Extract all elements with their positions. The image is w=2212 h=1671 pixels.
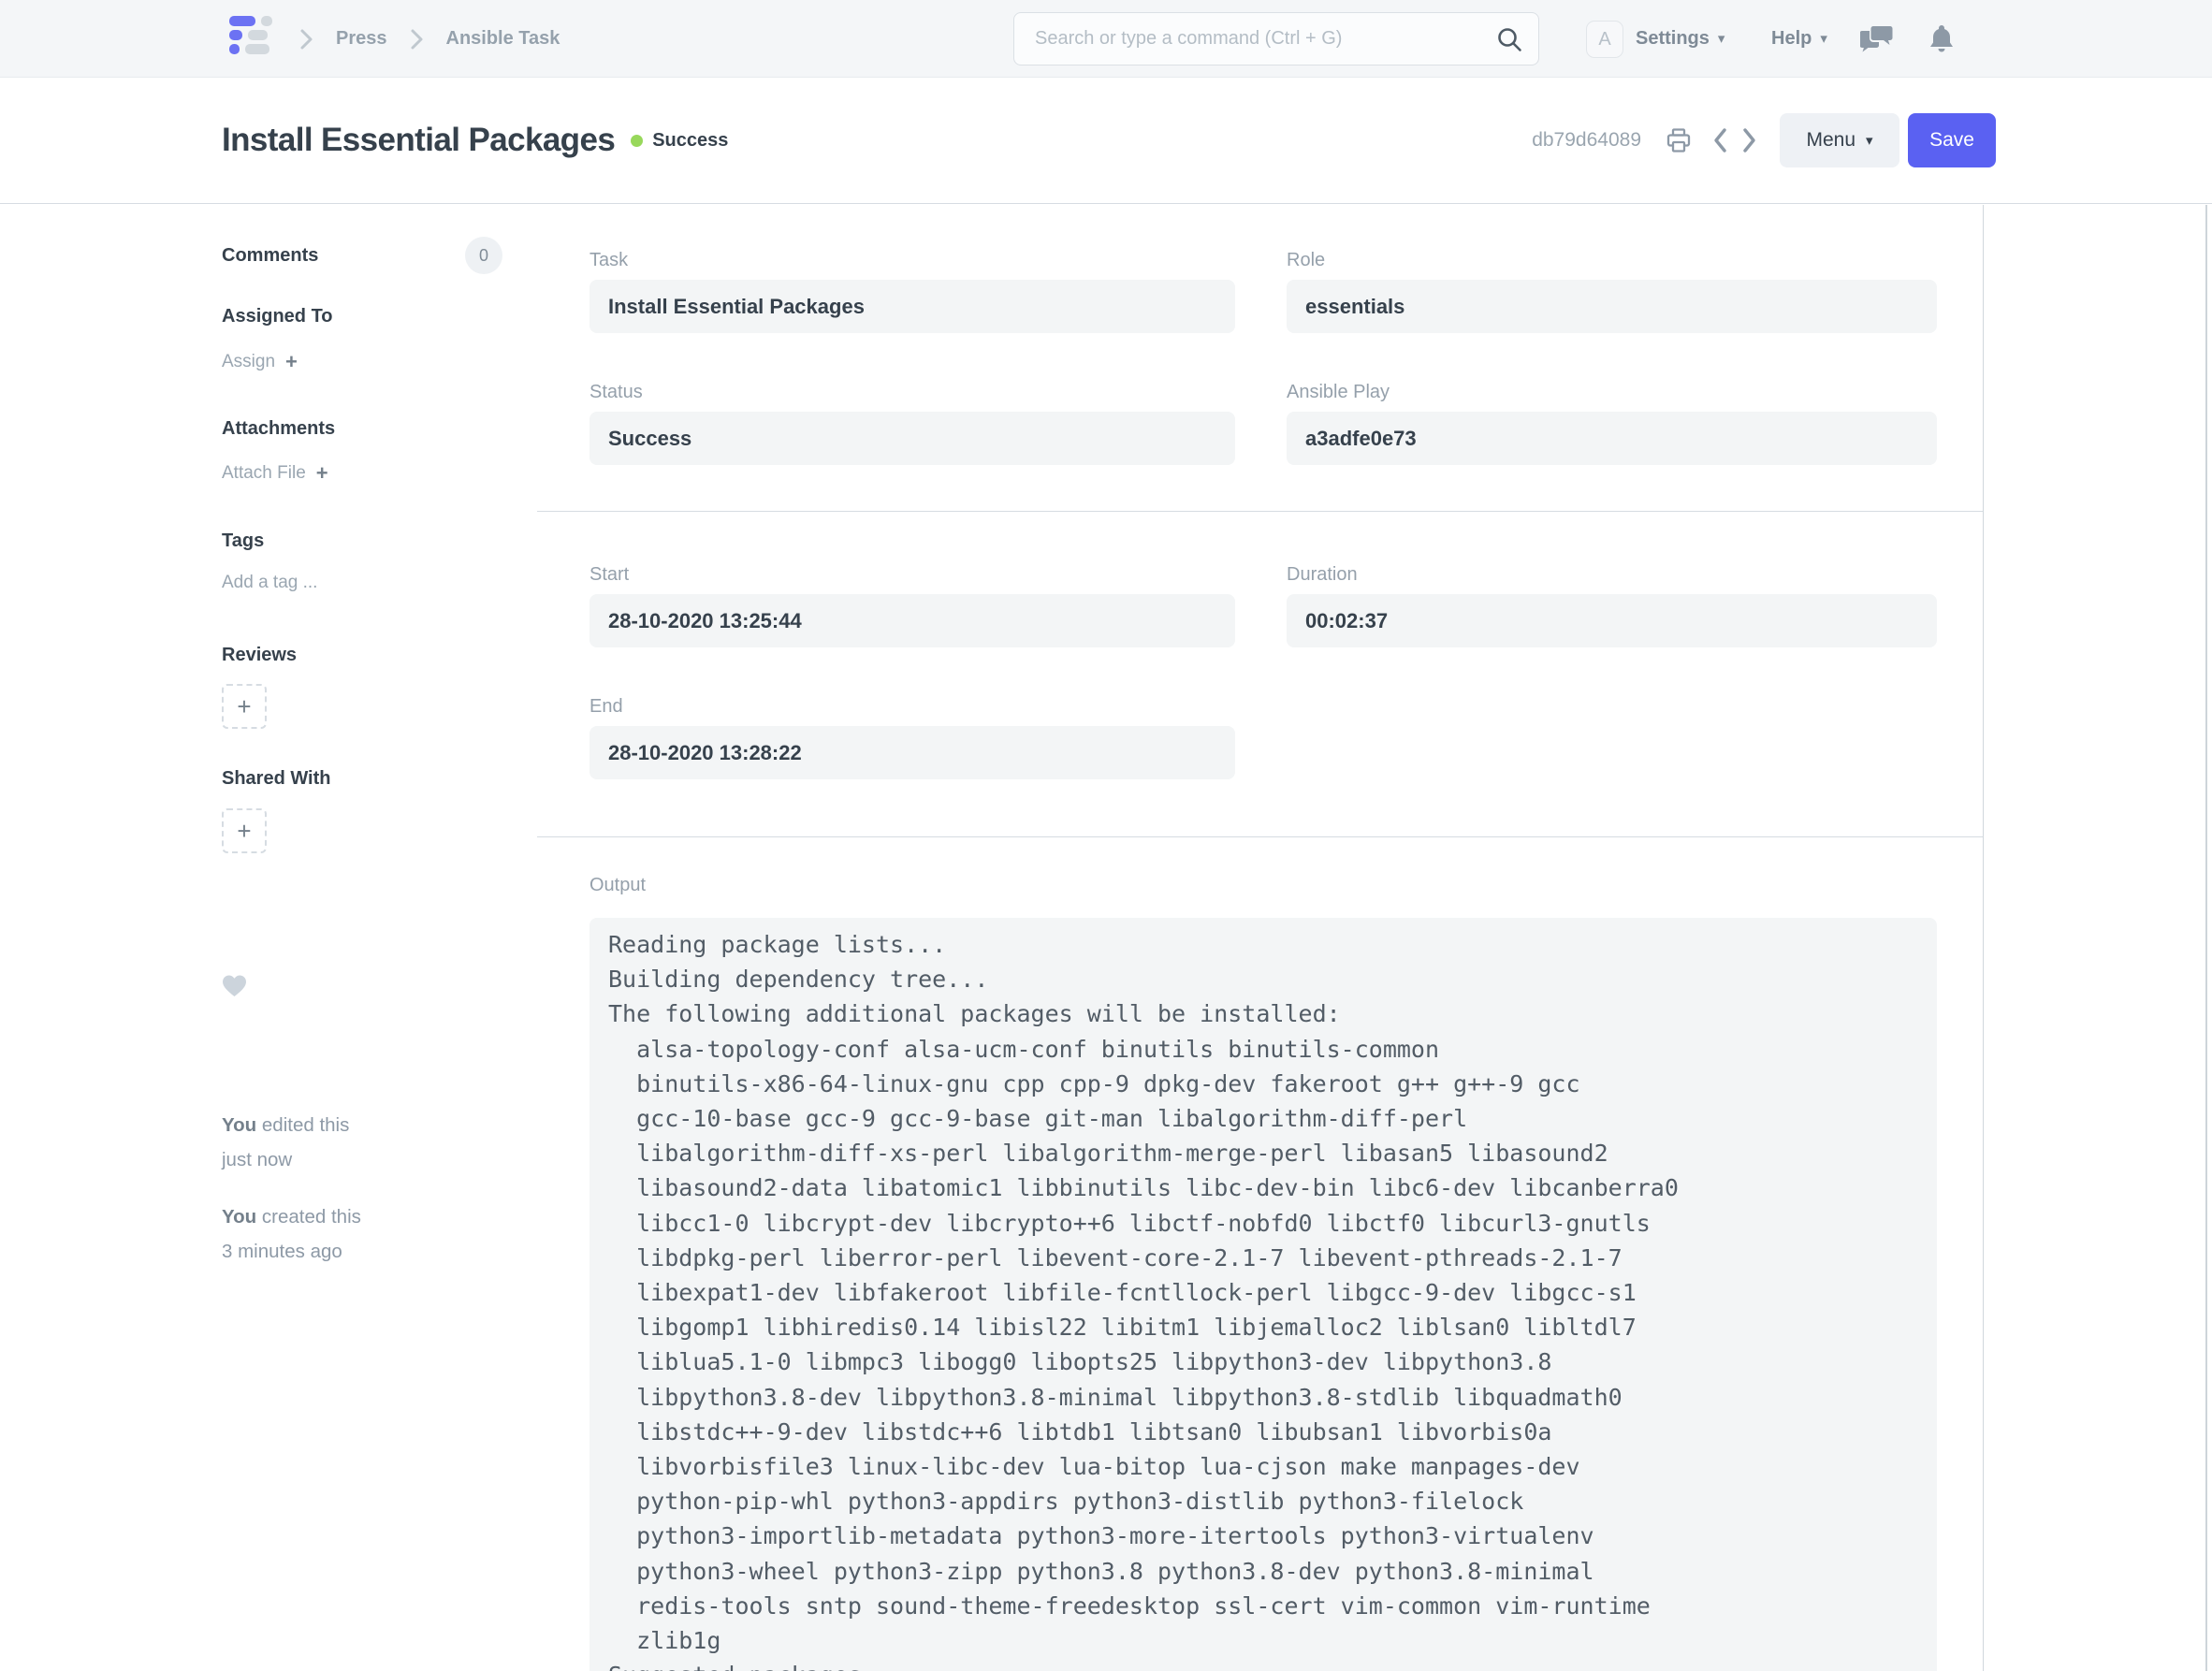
field-end-label: End	[589, 696, 1235, 717]
field-status: Status Success	[589, 382, 1235, 465]
attach-file-label: Attach File	[222, 463, 306, 484]
field-role-label: Role	[1287, 250, 1937, 270]
form-section-details: Task Install Essential Packages Role ess…	[537, 205, 1983, 512]
comments-section: Comments 0	[222, 237, 502, 274]
field-role-input[interactable]: essentials	[1287, 280, 1937, 333]
attach-file-button[interactable]: Attach File +	[222, 461, 328, 486]
field-ansible-play: Ansible Play a3adfe0e73	[1287, 382, 1937, 465]
search-icon[interactable]	[1495, 25, 1523, 53]
shared-with-label: Shared With	[222, 768, 331, 790]
assigned-to-label: Assigned To	[222, 306, 333, 327]
global-search	[1013, 12, 1539, 65]
field-end: End 28-10-2020 13:28:22	[589, 696, 1235, 779]
output-console: Reading package lists... Building depend…	[589, 918, 1937, 1671]
comments-count-badge: 0	[465, 237, 502, 274]
field-task-input[interactable]: Install Essential Packages	[589, 280, 1235, 333]
assign-label: Assign	[222, 352, 275, 372]
add-review-button[interactable]: +	[222, 684, 267, 729]
chevron-down-icon: ▾	[1820, 32, 1827, 46]
page-head: Install Essential Packages Success db79d…	[0, 78, 2212, 204]
attachments-label: Attachments	[222, 418, 335, 440]
chevron-down-icon: ▾	[1866, 134, 1873, 148]
field-start-label: Start	[589, 564, 1235, 585]
form-section-output: Output Reading package lists... Building…	[537, 837, 1983, 1671]
help-menu[interactable]: Help ▾	[1771, 0, 1827, 78]
navbar: Press Ansible Task A Settings ▾ Help ▾	[0, 0, 2212, 78]
avatar-letter: A	[1598, 29, 1610, 51]
activity-when: 3 minutes ago	[222, 1241, 342, 1262]
activity-action: created this	[262, 1206, 361, 1228]
settings-menu[interactable]: Settings ▾	[1636, 0, 1724, 78]
tags-label: Tags	[222, 530, 264, 552]
form-sidebar: Comments 0 Assigned To Assign + Attachme…	[222, 205, 502, 1671]
settings-label: Settings	[1636, 28, 1710, 50]
field-output-label: Output	[589, 875, 1936, 895]
status-dot-icon	[631, 135, 643, 147]
reviews-label: Reviews	[222, 645, 297, 666]
field-ansible-play-label: Ansible Play	[1287, 382, 1937, 402]
chevron-down-icon: ▾	[1718, 32, 1725, 46]
chevron-right-icon	[410, 28, 424, 51]
next-document-icon[interactable]	[1742, 127, 1757, 153]
save-button[interactable]: Save	[1908, 113, 1996, 167]
previous-document-icon[interactable]	[1712, 127, 1727, 153]
chat-icon[interactable]	[1860, 0, 1894, 78]
activity-created: You created this 3 minutes ago	[222, 1199, 361, 1269]
assign-button[interactable]: Assign +	[222, 350, 298, 374]
add-share-button[interactable]: +	[222, 808, 267, 853]
plus-icon: +	[285, 350, 298, 374]
status-indicator: Success	[631, 130, 728, 152]
add-tag-input[interactable]: Add a tag ...	[222, 573, 317, 593]
save-button-label: Save	[1929, 129, 1974, 152]
print-icon[interactable]	[1666, 127, 1692, 153]
page-title: Install Essential Packages	[222, 122, 615, 159]
help-label: Help	[1771, 28, 1812, 50]
comments-label[interactable]: Comments	[222, 245, 318, 267]
field-duration-label: Duration	[1287, 564, 1937, 585]
field-task-label: Task	[589, 250, 1235, 270]
activity-edited: You edited this just now	[222, 1108, 349, 1177]
document-id: db79d64089	[1532, 129, 1641, 152]
status-label: Success	[652, 130, 728, 152]
field-end-input[interactable]: 28-10-2020 13:28:22	[589, 726, 1235, 779]
menu-button-label: Menu	[1806, 129, 1855, 152]
field-status-input[interactable]: Success	[589, 412, 1235, 465]
field-duration: Duration 00:02:37	[1287, 564, 1937, 647]
form-section-timing: Start 28-10-2020 13:25:44 Duration 00:02…	[537, 512, 1983, 837]
activity-action: edited this	[262, 1114, 349, 1136]
field-status-label: Status	[589, 382, 1235, 402]
field-start-input[interactable]: 28-10-2020 13:25:44	[589, 594, 1235, 647]
breadcrumb-item-press[interactable]: Press	[336, 28, 387, 50]
breadcrumb-item-ansible-task[interactable]: Ansible Task	[446, 28, 560, 50]
plus-icon: +	[237, 817, 251, 846]
activity-actor: You	[222, 1114, 256, 1136]
app-logo-icon[interactable]	[229, 16, 272, 54]
menu-button[interactable]: Menu ▾	[1780, 113, 1899, 167]
plus-icon: +	[316, 461, 328, 486]
field-ansible-play-input[interactable]: a3adfe0e73	[1287, 412, 1937, 465]
search-input[interactable]	[1014, 13, 1495, 65]
activity-actor: You	[222, 1206, 256, 1228]
field-start: Start 28-10-2020 13:25:44	[589, 564, 1235, 647]
bell-icon[interactable]	[1928, 0, 1956, 78]
field-task: Task Install Essential Packages	[589, 250, 1235, 333]
scrollbar-track[interactable]	[2205, 205, 2207, 1671]
chevron-right-icon	[299, 28, 313, 51]
form-layout: Task Install Essential Packages Role ess…	[537, 205, 1984, 1671]
activity-when: just now	[222, 1149, 292, 1170]
plus-icon: +	[237, 692, 251, 721]
avatar[interactable]: A	[1586, 21, 1623, 58]
breadcrumb: Press Ansible Task	[299, 0, 560, 78]
output-console-text: Reading package lists... Building depend…	[608, 927, 1918, 1671]
field-duration-input[interactable]: 00:02:37	[1287, 594, 1937, 647]
field-role: Role essentials	[1287, 250, 1937, 333]
like-heart-icon[interactable]	[222, 974, 247, 997]
page-body: Comments 0 Assigned To Assign + Attachme…	[0, 205, 2212, 1671]
